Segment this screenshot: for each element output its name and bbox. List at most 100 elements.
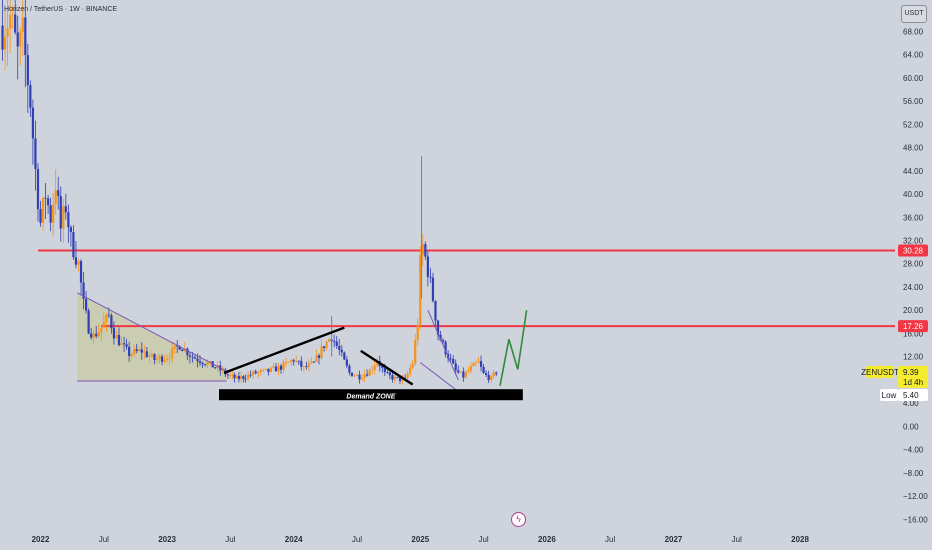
candle-body [153, 354, 156, 360]
candle-body [247, 374, 250, 379]
candle-body [363, 374, 366, 378]
candle-body [54, 190, 57, 205]
candle-body [235, 376, 238, 379]
candle-body [414, 340, 417, 364]
lightning-icon[interactable]: ϟ [511, 512, 526, 527]
candle-body [279, 365, 283, 370]
candle-body [388, 372, 392, 376]
candle-body [39, 209, 42, 223]
current-price-tag: 9.39 [903, 368, 919, 377]
candle-body [198, 361, 202, 363]
candle-body [193, 357, 197, 359]
candle-body [115, 335, 118, 339]
candle-body [317, 355, 321, 358]
candle-body [366, 374, 369, 376]
candle-body [386, 372, 389, 373]
candle-body [242, 376, 245, 379]
demand-zone-label: Demand ZONE [346, 394, 395, 401]
y-tick-label: 48.00 [903, 144, 924, 153]
candle-body [492, 372, 495, 377]
candle-body [469, 366, 473, 371]
y-tick-label: 32.00 [903, 237, 924, 246]
x-tick-label: 2025 [411, 535, 429, 544]
candle-body [292, 360, 295, 362]
candle-body [300, 360, 303, 367]
candle-body [201, 362, 204, 365]
candle-body [320, 346, 323, 358]
candle-body [196, 358, 199, 362]
candle-body [284, 362, 288, 363]
candle-body [457, 370, 460, 373]
candle-body [231, 374, 234, 376]
candle-body [14, 14, 17, 33]
low-label: Low [882, 391, 897, 400]
candle-body [155, 358, 159, 360]
y-tick-label: −8.00 [903, 469, 924, 478]
candle-body [328, 339, 331, 342]
candle-body [107, 314, 110, 316]
candle-body [424, 244, 427, 257]
candle-body [87, 310, 90, 334]
candle-body [315, 355, 318, 362]
candle-body [166, 358, 169, 360]
candle-body [479, 361, 483, 367]
candle-body [240, 376, 243, 380]
candle-body [9, 14, 12, 29]
candle-body [272, 366, 275, 368]
candle-body [206, 362, 209, 366]
forecast-path [499, 310, 528, 386]
y-tick-label: 24.00 [903, 283, 924, 292]
candle-body [358, 374, 361, 380]
candle-body [325, 341, 328, 348]
candle-body [274, 366, 278, 372]
y-tick-label: 44.00 [903, 167, 924, 176]
x-axis: 2022 Jul 2023 Jul 2024 Jul 2025 Jul 2026 Jul 2027 J… [32, 535, 810, 544]
candle-body [11, 14, 14, 16]
y-tick-label: 60.00 [903, 74, 924, 83]
candle-body [24, 17, 27, 56]
candle-body [148, 356, 151, 357]
candle-body [112, 328, 116, 339]
candle-body [262, 369, 265, 371]
candle-body [117, 335, 121, 346]
candle-body [228, 375, 232, 376]
candle-body [297, 360, 300, 362]
candle-body [95, 333, 98, 337]
x-tick-label: 2026 [538, 535, 556, 544]
x-tick-label: 2023 [158, 535, 176, 544]
candle-body [373, 365, 376, 370]
currency-unit-button[interactable]: USDT [901, 5, 927, 23]
x-tick-label: 2027 [665, 535, 683, 544]
candle-body [110, 315, 113, 329]
candle-body [143, 351, 146, 353]
y-tick-label: 40.00 [903, 190, 924, 199]
candle-body [353, 375, 356, 377]
candle-body [34, 138, 37, 170]
candle-body [47, 198, 50, 206]
candle-body [368, 370, 371, 376]
x-tick-label: 2028 [791, 535, 809, 544]
candle-body [125, 344, 128, 347]
y-tick-label: 0.00 [903, 422, 919, 431]
candle-body [343, 352, 346, 360]
candle-body [371, 369, 374, 371]
chart-area[interactable]: Demand ZONE 68.00 64.00 60.00 56.00 52.00 48.0… [0, 0, 932, 550]
candle-body [338, 345, 341, 350]
candle-body [191, 356, 194, 358]
candle-body [160, 356, 164, 362]
price-chart[interactable]: Demand ZONE 68.00 64.00 60.00 56.00 52.00 48.0… [0, 0, 932, 550]
y-tick-label: 68.00 [903, 27, 924, 36]
candle-body [345, 359, 348, 366]
candle-body [333, 341, 336, 343]
candle-body [26, 55, 29, 86]
x-tick-label: 2022 [32, 535, 50, 544]
candle-body [312, 361, 316, 363]
y-tick-label: 52.00 [903, 120, 924, 129]
triangle-pattern-area [77, 292, 227, 382]
countdown-tag: 1d 4h [903, 378, 923, 387]
candle-body [163, 359, 166, 362]
y-tick-label: 56.00 [903, 97, 924, 106]
candle-body [84, 298, 88, 311]
candle-body [64, 206, 67, 213]
candle-body [105, 314, 108, 323]
